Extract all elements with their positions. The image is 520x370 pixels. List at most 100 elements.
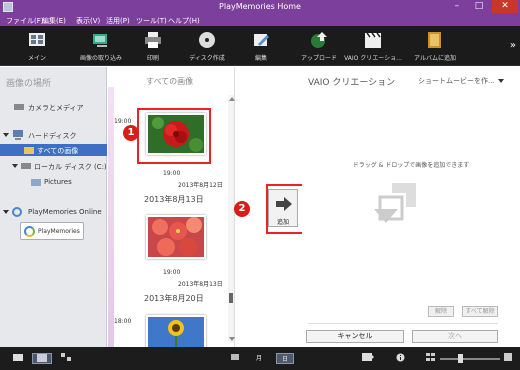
date-heading: 2013年8月20日 (144, 294, 204, 303)
printer-icon (145, 32, 161, 48)
sidebar-item-local-disk[interactable]: ローカル ディスク (C:) (0, 160, 107, 172)
time-label: 18:00 (114, 318, 132, 325)
remove-all-button[interactable]: すべて解除 (462, 306, 498, 317)
sidebar-item-all-images[interactable]: すべての画像 (0, 144, 107, 156)
sidebar-item-label: PlayMemories Online (28, 208, 102, 216)
sidebar-item-pictures[interactable]: Pictures (0, 176, 107, 188)
callout-highlight-box (266, 184, 306, 234)
event-view-button[interactable] (60, 353, 72, 364)
toolbar-album-button[interactable]: アルバムに追加 (400, 29, 470, 63)
chevron-down-icon (497, 79, 504, 83)
expand-arrow-icon (12, 164, 18, 168)
sidebar-item-label: ハードディスク (28, 132, 77, 140)
thumbnail-image-pink-flowers[interactable] (146, 215, 206, 259)
month-view-button[interactable]: 月 (252, 353, 266, 364)
grid-icon (425, 353, 435, 361)
location-sidebar: 画像の場所 カメラとメディア ハードディスク すべての画像 ローカル ディスク … (0, 67, 107, 347)
large-grid-icon (504, 353, 512, 361)
zoom-slider-knob[interactable] (458, 354, 463, 363)
toolbar-vaio-button[interactable]: VAIO クリエーショ... (338, 29, 408, 63)
date-heading: 2013年8月13日 (144, 195, 204, 204)
grid-icon (231, 354, 239, 360)
thumbnail-scrollbar[interactable] (228, 95, 234, 343)
main-view-icon (29, 33, 45, 46)
sidebar-item-label: ローカル ディスク (C:) (34, 163, 107, 171)
menu-help[interactable]: ヘルプ(H) (168, 16, 200, 26)
zoom-slider-track[interactable] (440, 358, 500, 360)
creation-type-value: ショートムービーを作... (418, 77, 495, 85)
day-view-button[interactable]: 日 (276, 353, 294, 364)
minimize-button[interactable]: – (446, 0, 468, 13)
scrollbar-thumb[interactable] (229, 293, 233, 303)
sidebar-item-camera-media[interactable]: カメラとメディア (0, 101, 107, 113)
folder-icon (24, 147, 34, 154)
thumbnail-image-sunflower[interactable] (146, 315, 206, 349)
thumbnail-size-button[interactable] (424, 353, 436, 364)
slideshow-button[interactable] (360, 353, 376, 364)
scroll-up-arrow-icon[interactable] (229, 97, 235, 101)
toolbar-main-button[interactable]: メイン (2, 29, 72, 63)
toolbar-vaio-label: VAIO クリエーショ... (344, 55, 402, 62)
import-icon (93, 34, 107, 47)
toolbar-more-button[interactable]: » (510, 40, 516, 51)
menu-view[interactable]: 表示(V) (76, 16, 100, 26)
disc-icon (199, 32, 215, 48)
callout-badge-1: 1 (123, 125, 139, 141)
album-icon (428, 32, 441, 48)
edit-icon (254, 34, 269, 46)
info-icon (396, 353, 404, 362)
expand-arrow-icon (3, 133, 9, 137)
menu-tools[interactable]: ツール(T) (136, 16, 167, 26)
scroll-down-arrow-icon[interactable] (229, 337, 235, 341)
date-label: 2013年8月12日 (178, 182, 223, 189)
maximize-button[interactable]: □ (468, 0, 490, 13)
info-button[interactable] (394, 353, 406, 364)
close-button[interactable]: ✕ (492, 0, 518, 13)
sidebar-item-harddisk[interactable]: ハードディスク (0, 129, 107, 141)
slideshow-icon (362, 353, 374, 361)
drag-drop-icon (374, 183, 416, 223)
time-label: 19:00 (114, 118, 132, 125)
title-bar: PlayMemories Home – □ ✕ (0, 0, 520, 14)
large-thumbnail-button[interactable] (502, 353, 514, 364)
time-label: 19:00 (163, 170, 181, 177)
time-label: 19:00 (163, 269, 181, 276)
drop-hint-text: ドラッグ & ドロップで画像を追加できます (352, 162, 470, 169)
accent-strip (108, 87, 114, 347)
window-title: PlayMemories Home (219, 2, 301, 11)
next-button[interactable]: 次へ (412, 330, 498, 343)
calendar-view-button[interactable] (32, 353, 52, 364)
creation-panel-title: VAIO クリエーション (308, 78, 396, 88)
cancel-button[interactable]: キャンセル (306, 330, 404, 343)
expand-arrow-icon (3, 210, 9, 214)
creation-panel: VAIO クリエーション ショートムービーを作... ドラッグ & ドロップで画… (302, 67, 520, 347)
playmemories-logo[interactable]: PlayMemories (20, 222, 84, 240)
upload-icon (311, 32, 327, 48)
sidebar-item-label: カメラとメディア (28, 104, 84, 112)
sidebar-item-playmemories-online[interactable]: PlayMemories Online (0, 206, 107, 218)
folder-view-button[interactable] (12, 353, 24, 364)
folder-icon (31, 179, 41, 186)
playmemories-logo-text: PlayMemories (38, 228, 80, 235)
menu-use[interactable]: 活用(P) (106, 16, 130, 26)
camera-icon (14, 104, 24, 110)
calendar-icon (37, 354, 47, 362)
divider (308, 323, 498, 324)
sidebar-item-label: すべての画像 (37, 147, 79, 155)
callout-highlight-box (137, 108, 211, 164)
creation-type-dropdown[interactable]: ショートムービーを作... (418, 76, 504, 86)
menu-file[interactable]: ファイル(F) (6, 16, 44, 26)
computer-icon (13, 130, 23, 140)
remove-button[interactable]: 解除 (428, 306, 454, 317)
toolbar-main-label: メイン (27, 55, 46, 62)
clapper-icon (365, 32, 381, 48)
thumbnail-panel-heading: すべての画像 (146, 77, 194, 86)
folder-icon (13, 354, 23, 361)
sidebar-item-label: Pictures (44, 178, 72, 186)
menu-bar: ファイル(F) 編集(E) 表示(V) 活用(P) ツール(T) ヘルプ(H) (0, 14, 520, 26)
pink-flowers-photo (148, 217, 204, 257)
year-view-button[interactable] (228, 353, 242, 364)
status-bar: 月 日 (0, 347, 520, 370)
toolbar-album-label: アルバムに追加 (414, 55, 456, 62)
menu-edit[interactable]: 編集(E) (42, 16, 66, 26)
